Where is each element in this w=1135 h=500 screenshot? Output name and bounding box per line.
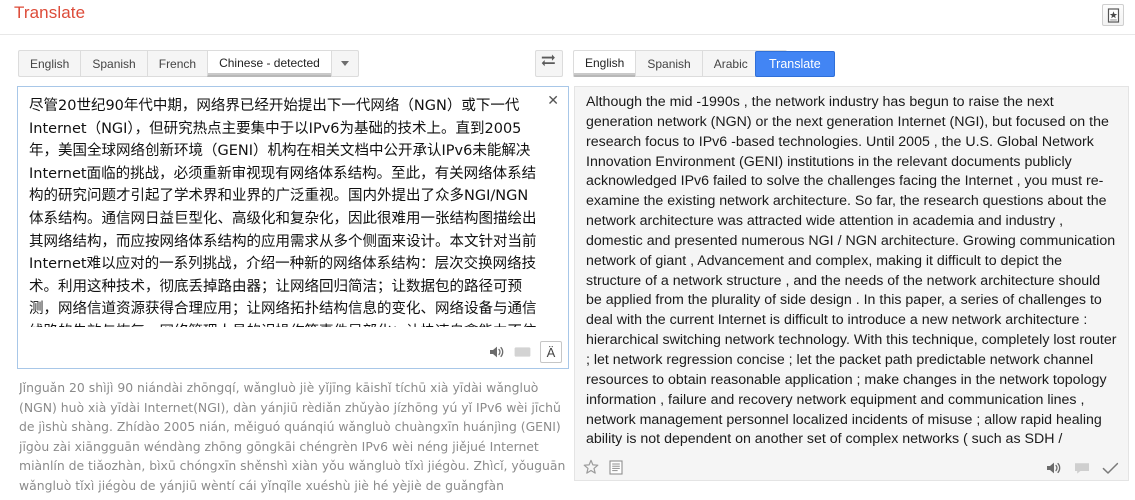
source-textarea[interactable]: 尽管20世纪90年代中期，网络界已经开始提出下一代网络（NGN）或下一代Inte… xyxy=(29,95,541,327)
source-lang-chinese-detected[interactable]: Chinese - detected xyxy=(207,50,331,77)
target-toolbar-left xyxy=(583,459,623,475)
history-star-icon xyxy=(1107,7,1120,23)
source-text-panel[interactable]: 尽管20世纪90年代中期，网络界已经开始提出下一代网络（NGN）或下一代Inte… xyxy=(17,86,569,369)
source-toolbar: Ä xyxy=(489,341,562,363)
chevron-down-icon xyxy=(340,61,349,66)
copy-document-icon[interactable] xyxy=(609,459,623,475)
star-icon[interactable] xyxy=(583,459,599,475)
speaker-icon[interactable] xyxy=(1046,461,1062,475)
swap-languages-button[interactable] xyxy=(535,50,563,77)
swap-languages-icon xyxy=(541,54,558,73)
translate-button[interactable]: Translate xyxy=(755,51,835,77)
source-language-dropdown[interactable] xyxy=(330,50,359,77)
target-lang-spanish[interactable]: Spanish xyxy=(635,50,702,77)
source-language-bar: English Spanish French Chinese - detecte… xyxy=(18,50,359,77)
source-lang-spanish[interactable]: Spanish xyxy=(80,50,147,77)
checkmark-icon[interactable] xyxy=(1102,462,1119,475)
transliteration-button[interactable]: Ä xyxy=(540,341,562,363)
target-text-panel: Although the mid -1990s , the network in… xyxy=(574,86,1129,481)
translate-app: Translate English Spanish French Chinese… xyxy=(0,0,1135,500)
source-lang-english[interactable]: English xyxy=(18,50,81,77)
target-lang-arabic[interactable]: Arabic xyxy=(701,50,759,77)
target-toolbar-right xyxy=(1046,461,1119,475)
top-bar: Translate xyxy=(0,0,1135,35)
comment-icon[interactable] xyxy=(1074,462,1090,475)
speaker-icon[interactable] xyxy=(489,345,505,359)
history-star-button[interactable] xyxy=(1102,4,1124,26)
target-lang-english[interactable]: English xyxy=(573,50,636,77)
clear-source-button[interactable]: ✕ xyxy=(547,93,559,107)
translated-text: Although the mid -1990s , the network in… xyxy=(586,94,1117,448)
keyboard-icon[interactable] xyxy=(514,346,531,358)
source-lang-french[interactable]: French xyxy=(146,50,208,77)
page-title: Translate xyxy=(14,3,86,22)
source-transliteration-text: Jǐnguǎn 20 shìjì 90 niándài zhōngqí, wǎn… xyxy=(19,380,566,493)
